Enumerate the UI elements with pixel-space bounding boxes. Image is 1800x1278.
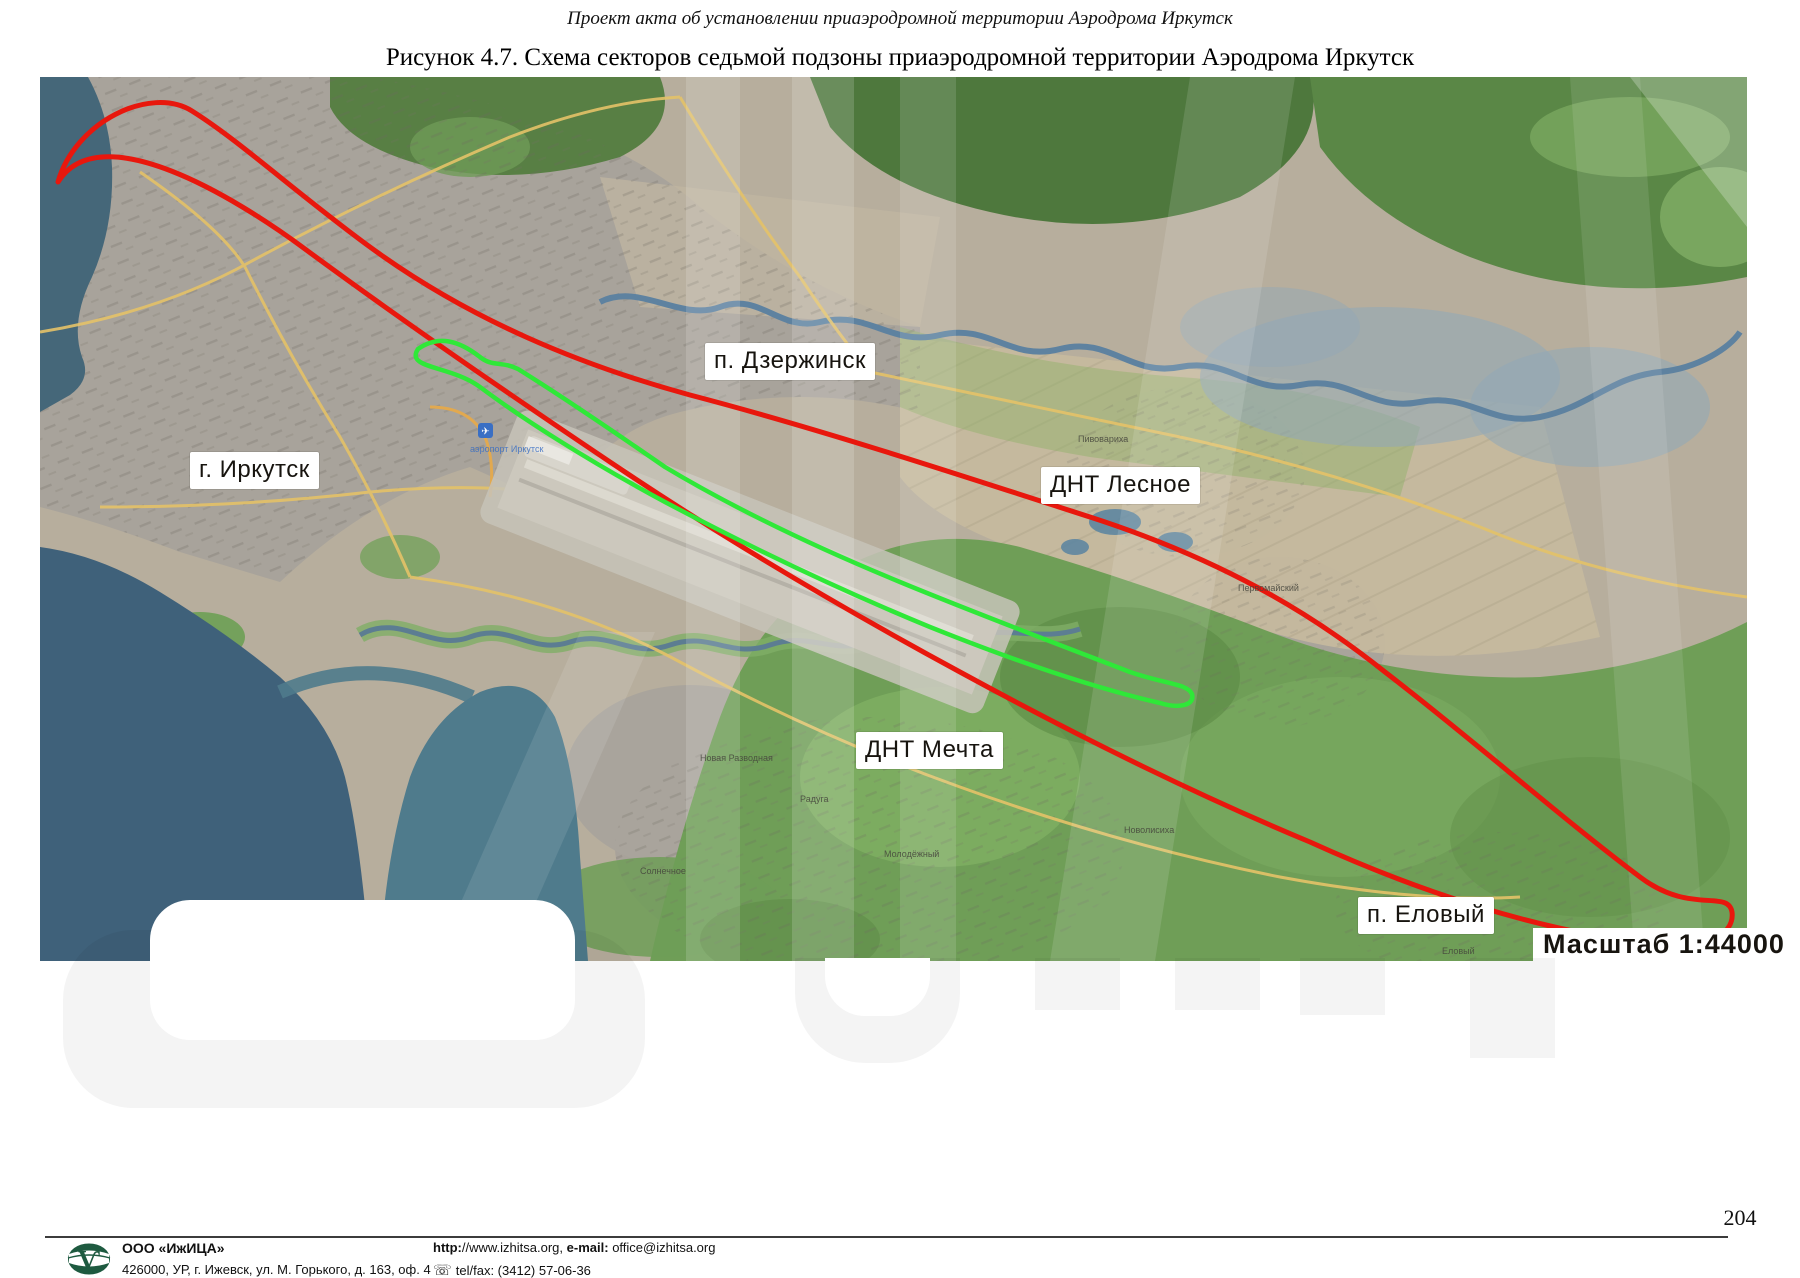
email-value[interactable]: office@izhitsa.org: [612, 1240, 715, 1255]
svg-text:Ѵ: Ѵ: [78, 1245, 100, 1275]
map-scale-label: Масштаб 1:44000: [1533, 928, 1795, 963]
svg-text:✈: ✈: [481, 427, 489, 438]
company-address: 426000, УР, г. Ижевск, ул. М. Горького, …: [122, 1262, 431, 1277]
document-header: Проект акта об установлении приаэродромн…: [0, 8, 1800, 30]
company-web: http://www.izhitsa.org, e-mail: office@i…: [433, 1240, 715, 1255]
map-image: ✈: [40, 77, 1747, 961]
page-number: 204: [1700, 1205, 1780, 1231]
company-name: ООО «ИжИЦА»: [122, 1240, 431, 1256]
phone-value: tel/fax: (3412) 57-06-36: [456, 1263, 591, 1278]
http-label: http:: [433, 1240, 462, 1255]
footer-rule: [45, 1236, 1728, 1238]
company-phone-line: ☏ tel/fax: (3412) 57-06-36: [433, 1261, 715, 1278]
airport-icon: ✈: [478, 423, 493, 438]
email-label: e-mail:: [567, 1240, 609, 1255]
page-footer: Ѵ ООО «ИжИЦА» 426000, УР, г. Ижевск, ул.…: [0, 1240, 1800, 1278]
satellite-map-svg: ✈: [40, 77, 1747, 961]
figure-title: Рисунок 4.7. Схема секторов седьмой подз…: [0, 44, 1800, 72]
site-url[interactable]: //www.izhitsa.org,: [462, 1240, 563, 1255]
phone-icon: ☏: [433, 1262, 452, 1278]
document-page: Проект акта об установлении приаэродромн…: [0, 0, 1800, 1278]
izhitsa-logo: Ѵ: [66, 1242, 112, 1276]
